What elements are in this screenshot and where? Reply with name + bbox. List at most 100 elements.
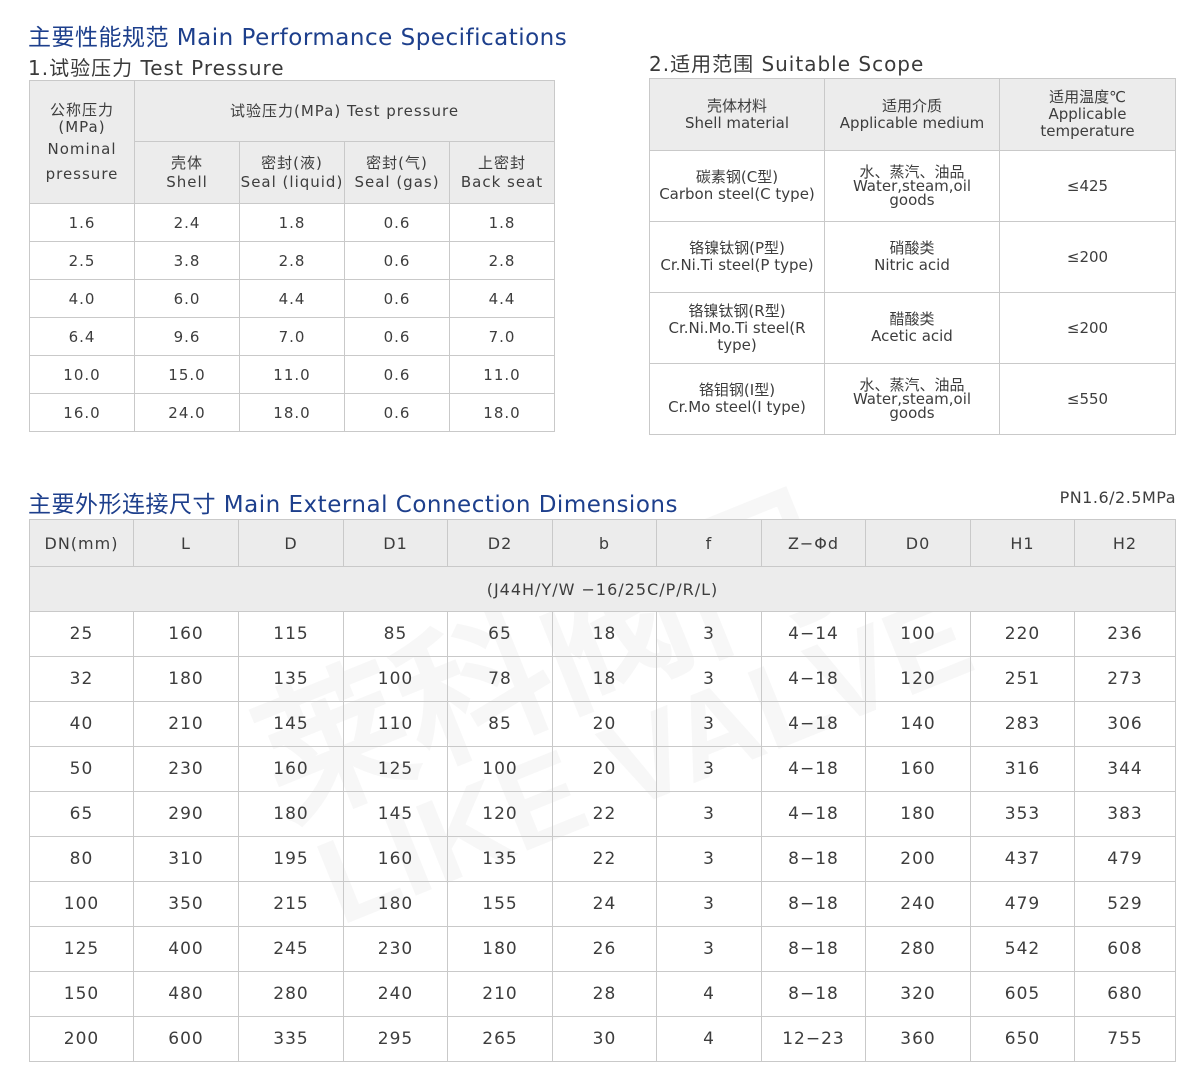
table-cell: 480 xyxy=(133,971,239,1017)
table-cell: 2.4 xyxy=(134,203,240,242)
applicable-medium-header: 适用介质 Applicable medium xyxy=(824,78,1000,151)
table-row: 50 230 160 125 100 20 3 4−18 160 316 344 xyxy=(29,746,1176,792)
table-cell: 400 xyxy=(133,926,239,972)
cell-line: 硝酸类 xyxy=(889,239,935,257)
applicable-medium-cell: 水、蒸汽、油品 Water,steam,oil goods xyxy=(824,150,1000,222)
table-row: 200 600 335 295 265 30 4 12−23 360 650 755 xyxy=(29,1016,1176,1062)
table-cell: 15.0 xyxy=(134,355,240,394)
table-cell: 210 xyxy=(133,701,239,747)
table-cell: 120 xyxy=(865,656,971,702)
table-cell: 4 xyxy=(656,971,762,1017)
table-cell: 8−18 xyxy=(761,881,866,927)
table-cell: 125 xyxy=(29,926,134,972)
shell-material-header: 壳体材料 Shell material xyxy=(649,78,825,151)
table-cell: 180 xyxy=(447,926,553,972)
table-cell: 4−18 xyxy=(761,701,866,747)
table-cell: 155 xyxy=(447,881,553,927)
table-cell: 350 xyxy=(133,881,239,927)
table-cell: 6.4 xyxy=(29,317,135,356)
column-header: H2 xyxy=(1074,519,1176,567)
table-cell: 335 xyxy=(238,1016,344,1062)
table-cell: 180 xyxy=(343,881,448,927)
section-title-dimensions: 主要外形连接尺寸 Main External Connection Dimens… xyxy=(28,492,678,518)
table-cell: 542 xyxy=(970,926,1075,972)
table-cell: 240 xyxy=(865,881,971,927)
cell-line: 碳素钢(C型) xyxy=(695,168,779,186)
seal-liquid-header: 密封(液) Seal (liquid) xyxy=(239,141,345,204)
applicable-medium-cell: 硝酸类 Nitric acid xyxy=(824,221,1000,293)
table-cell: 18.0 xyxy=(239,393,345,432)
table-cell: 3 xyxy=(656,656,762,702)
table-cell: 344 xyxy=(1074,746,1176,792)
table-cell: 273 xyxy=(1074,656,1176,702)
cell-line: 铬钼钢(I型) xyxy=(698,381,776,399)
table-cell: 8−18 xyxy=(761,926,866,972)
table-row: 铬镍钛钢(P型) Cr.Ni.Ti steel(P type) 硝酸类 Nitric … xyxy=(649,221,1176,293)
table-cell: 200 xyxy=(29,1016,134,1062)
table-cell: 50 xyxy=(29,746,134,792)
table-row: 4.0 6.0 4.4 0.6 4.4 xyxy=(29,279,556,318)
table-cell: 125 xyxy=(343,746,448,792)
table-cell: 4−18 xyxy=(761,746,866,792)
suitable-scope-table: 壳体材料 Shell material 适用介质 Applicable medi… xyxy=(649,78,1176,435)
table-cell: 180 xyxy=(133,656,239,702)
table-cell: 608 xyxy=(1074,926,1176,972)
table-cell: 4.0 xyxy=(29,279,135,318)
table-cell: 251 xyxy=(970,656,1075,702)
cell-line: Cr.Mo steel(I type) xyxy=(668,398,806,416)
table-cell: 24 xyxy=(552,881,657,927)
table-cell: 316 xyxy=(970,746,1075,792)
table-cell: 6.0 xyxy=(134,279,240,318)
applicable-temperature-header: 适用温度℃ Applicable temperature xyxy=(999,78,1176,151)
table-cell: 280 xyxy=(865,926,971,972)
cell-line: Acetic acid xyxy=(871,327,953,345)
table-cell: 240 xyxy=(343,971,448,1017)
table-cell: 100 xyxy=(865,611,971,657)
table-row: 铬镍钛钢(R型) Cr.Ni.Mo.Ti steel(R type) 醋酸类 Acet… xyxy=(649,292,1176,364)
table-cell: 210 xyxy=(447,971,553,1017)
nominal-pressure-header: 公称压力 (MPa) Nominal pressure xyxy=(29,80,135,204)
table-cell: 295 xyxy=(343,1016,448,1062)
test-pressure-table: 公称压力 (MPa) Nominal pressure 试验压力(MPa) Te… xyxy=(29,80,556,432)
column-header: Z−Φd xyxy=(761,519,866,567)
table-cell: 7.0 xyxy=(239,317,345,356)
table-row: 80 310 195 160 135 22 3 8−18 200 437 479 xyxy=(29,836,1176,882)
table-cell: 320 xyxy=(865,971,971,1017)
table-cell: 479 xyxy=(1074,836,1176,882)
subsection-title-test-pressure: 1.试验压力 Test Pressure xyxy=(28,56,285,80)
shell-header: 壳体 Shell xyxy=(134,141,240,204)
table-cell: 2.8 xyxy=(448,241,556,280)
table-row: 150 480 280 240 210 28 4 8−18 320 605 680 xyxy=(29,971,1176,1017)
table-cell: 437 xyxy=(970,836,1075,882)
table-cell: 18.0 xyxy=(448,393,556,432)
table-row: 125 400 245 230 180 26 3 8−18 280 542 608 xyxy=(29,926,1176,972)
applicable-medium-cell: 醋酸类 Acetic acid xyxy=(824,292,1000,364)
table-cell: 3 xyxy=(656,746,762,792)
table-row: 铬钼钢(I型) Cr.Mo steel(I type) 水、蒸汽、油品 Water,s… xyxy=(649,363,1176,435)
table-cell: 30 xyxy=(552,1016,657,1062)
column-header: D2 xyxy=(447,519,553,567)
cell-line: Nitric acid xyxy=(874,256,950,274)
table-cell: 32 xyxy=(29,656,134,702)
column-header: D1 xyxy=(343,519,448,567)
table-cell: 110 xyxy=(343,701,448,747)
table-row: 1.6 2.4 1.8 0.6 1.8 xyxy=(29,203,556,242)
table-cell: 7.0 xyxy=(448,317,556,356)
table-cell: 65 xyxy=(29,791,134,837)
table-cell: 160 xyxy=(238,746,344,792)
model-row: (J44H/Y/W −16/25C/P/R/L) xyxy=(29,566,1176,612)
table-cell: 9.6 xyxy=(134,317,240,356)
table-cell: 11.0 xyxy=(448,355,556,394)
table-cell: 310 xyxy=(133,836,239,882)
table-cell: 2.8 xyxy=(239,241,345,280)
cell-line: Cr.Ni.Ti steel(P type) xyxy=(660,256,814,274)
table-cell: 0.6 xyxy=(344,317,450,356)
table-cell: 306 xyxy=(1074,701,1176,747)
table-cell: 4.4 xyxy=(448,279,556,318)
cell-line: 铬镍钛钢(R型) xyxy=(688,301,786,320)
table-row: 65 290 180 145 120 22 3 4−18 180 353 383 xyxy=(29,791,1176,837)
column-header: D xyxy=(238,519,344,567)
table-cell: 11.0 xyxy=(239,355,345,394)
table-cell: 230 xyxy=(343,926,448,972)
table-cell: 0.6 xyxy=(344,393,450,432)
